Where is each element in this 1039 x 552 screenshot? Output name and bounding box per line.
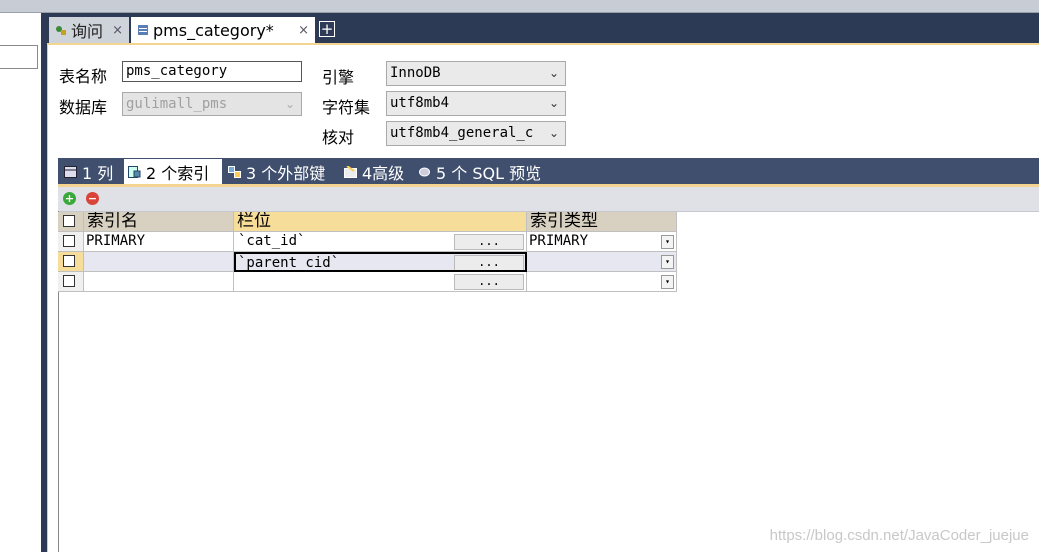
row-checkbox[interactable]	[63, 255, 75, 267]
watermark: https://blog.csdn.net/JavaCoder_juejue	[769, 527, 1029, 544]
chevron-down-icon[interactable]: ▾	[661, 275, 674, 289]
tab-columns-label: 1 列	[82, 163, 114, 183]
index-type-value: PRIMARY	[529, 233, 589, 249]
columns-picker-button[interactable]: ...	[454, 234, 524, 250]
chevron-down-icon: ⌄	[548, 66, 559, 80]
row-select-cell[interactable]	[58, 272, 84, 292]
tab-sql-preview-label: 5 个 SQL 预览	[436, 163, 542, 183]
select-all-checkbox[interactable]	[63, 215, 75, 227]
editor-accent-line	[47, 43, 1039, 45]
tab-query[interactable]: 询问 ×	[49, 17, 129, 43]
index-name-cell[interactable]	[84, 272, 234, 292]
row-checkbox[interactable]	[63, 235, 75, 247]
foreign-key-icon	[228, 165, 241, 178]
index-icon	[128, 165, 141, 178]
tab-indexes-label: 2 个索引	[146, 163, 210, 183]
chevron-down-icon[interactable]: ▾	[661, 235, 674, 249]
top-strip	[0, 0, 1039, 13]
index-toolbar: + −	[58, 187, 1039, 212]
add-tab-button[interactable]: +	[319, 21, 335, 37]
database-value: gulimall_pms	[126, 96, 228, 112]
columns-cell[interactable]: `cat_id` ...	[234, 232, 527, 252]
close-icon[interactable]: ×	[298, 23, 309, 38]
remove-index-icon[interactable]: −	[86, 192, 99, 205]
property-tab-bar: 1 列 2 个索引 3 个外部键 4高级 5 个 SQL 预览	[58, 158, 1039, 184]
table-row[interactable]: `parent_cid` ... ▾	[58, 252, 678, 272]
engine-value: InnoDB	[390, 65, 441, 81]
columns-picker-button[interactable]: ...	[454, 255, 524, 270]
close-icon[interactable]: ×	[112, 23, 123, 38]
index-type-cell[interactable]: ▾	[527, 252, 677, 272]
chevron-down-icon: ⌄	[284, 97, 295, 111]
engine-select[interactable]: InnoDB ⌄	[386, 61, 566, 86]
header-columns[interactable]: 栏位	[234, 212, 527, 232]
tab-columns[interactable]: 1 列	[60, 159, 123, 184]
collation-select[interactable]: utf8mb4_general_c ⌄	[386, 121, 566, 146]
table-name-label: 表名称	[59, 67, 108, 86]
row-select-cell[interactable]	[58, 232, 84, 252]
advanced-icon	[344, 165, 357, 178]
table-row[interactable]: ... ▾	[58, 272, 678, 292]
grid-header-row: 索引名 栏位 索引类型	[58, 212, 678, 232]
object-browser-filter-input[interactable]	[0, 45, 38, 69]
database-select: gulimall_pms ⌄	[122, 92, 302, 116]
index-type-cell[interactable]: ▾	[527, 272, 677, 292]
query-icon	[56, 26, 66, 35]
tab-advanced[interactable]: 4高级	[340, 159, 412, 184]
chevron-down-icon: ⌄	[546, 126, 559, 140]
object-browser-panel	[0, 13, 41, 552]
row-select-cell[interactable]	[58, 252, 84, 272]
table-editor	[47, 43, 1039, 552]
table-row[interactable]: PRIMARY `cat_id` ... PRIMARY ▾	[58, 232, 678, 252]
editor-tab-bar: 询问 × pms_category* × +	[47, 13, 1039, 43]
select-all-cell[interactable]	[58, 212, 84, 232]
columns-value: `cat_id`	[238, 233, 306, 249]
tab-foreign-keys[interactable]: 3 个外部键	[224, 159, 339, 184]
charset-select[interactable]: utf8mb4 ⌄	[386, 91, 566, 116]
tab-query-label: 询问	[71, 22, 104, 41]
chevron-down-icon: ⌄	[548, 96, 559, 110]
index-name-cell[interactable]: PRIMARY	[84, 232, 234, 252]
engine-label: 引擎	[322, 68, 355, 87]
tab-advanced-label: 4高级	[362, 163, 405, 183]
header-index-name[interactable]: 索引名	[84, 212, 234, 232]
chevron-down-icon[interactable]: ▾	[661, 255, 674, 269]
add-index-icon[interactable]: +	[63, 192, 76, 205]
tab-indexes[interactable]: 2 个索引	[124, 159, 222, 184]
columns-cell[interactable]: ...	[234, 272, 527, 292]
tab-pms-category[interactable]: pms_category* ×	[131, 17, 315, 43]
table-name-input[interactable]: pms_category	[122, 61, 302, 82]
table-icon	[138, 25, 148, 35]
tab-pms-category-label: pms_category*	[153, 20, 274, 40]
index-type-cell[interactable]: PRIMARY ▾	[527, 232, 677, 252]
columns-value: `parent_cid`	[238, 255, 340, 271]
sql-preview-icon	[419, 167, 430, 176]
header-index-type[interactable]: 索引类型	[527, 212, 677, 232]
tab-foreign-keys-label: 3 个外部键	[246, 163, 326, 183]
collation-label: 核对	[322, 128, 355, 147]
columns-icon	[64, 165, 77, 178]
charset-label: 字符集	[322, 98, 371, 117]
charset-value: utf8mb4	[390, 95, 450, 111]
row-checkbox[interactable]	[63, 275, 75, 287]
columns-cell[interactable]: `parent_cid` ...	[234, 252, 527, 272]
index-name-cell[interactable]	[84, 252, 234, 272]
tab-sql-preview[interactable]: 5 个 SQL 预览	[414, 159, 560, 184]
database-label: 数据库	[59, 98, 108, 117]
columns-picker-button[interactable]: ...	[454, 274, 524, 290]
collation-value: utf8mb4_general_c	[390, 125, 534, 141]
